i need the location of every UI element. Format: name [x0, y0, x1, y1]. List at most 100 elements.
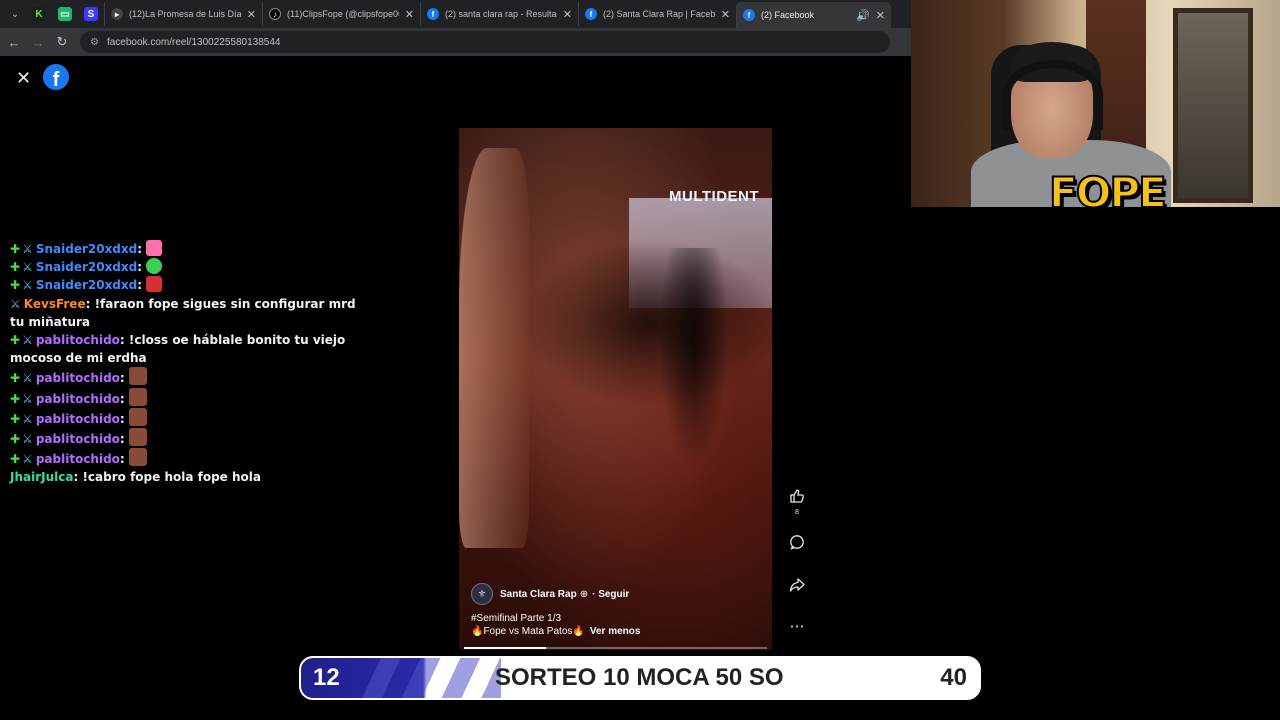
- tab-close-icon[interactable]: ✕: [563, 8, 572, 21]
- chat-message: ✚ ⚔ Snaider20xdxd:: [10, 240, 370, 258]
- video-progress-fill: [464, 647, 546, 649]
- chat-separator: :: [119, 333, 129, 348]
- tab-close-icon[interactable]: ✕: [876, 9, 885, 22]
- fope-logo: FOPE: [1048, 168, 1168, 208]
- chat-message: ✚ ⚔ pablitochido:: [10, 407, 370, 428]
- like-button[interactable]: 8: [784, 488, 810, 516]
- chat-username: pablitochido: [35, 371, 120, 386]
- video-store-sign: MULTIDENT: [669, 188, 760, 205]
- sub-badge-icon: ✚: [10, 391, 21, 406]
- see-less-link[interactable]: Ver menos: [590, 626, 641, 637]
- sword-badge-icon: ⚔: [22, 452, 33, 467]
- tab-close-icon[interactable]: ✕: [247, 8, 256, 21]
- sub-badge-icon: ✚: [10, 452, 21, 467]
- facebook-logo-icon[interactable]: f: [43, 64, 69, 90]
- like-count: 8: [795, 509, 799, 516]
- chat-separator: :: [119, 452, 129, 467]
- sword-badge-icon: ⚔: [22, 371, 33, 386]
- back-arrow-icon[interactable]: ←: [2, 35, 26, 50]
- chat-separator: :: [119, 411, 129, 426]
- chat-username: pablitochido: [35, 391, 120, 406]
- reel-caption: 🔥Fope vs Mata Patos🔥 Ver menos: [471, 626, 640, 637]
- video-progress-bar[interactable]: [464, 647, 767, 649]
- banner-right-number: 40: [940, 664, 967, 691]
- chat-emote-icon: [128, 428, 147, 447]
- sub-badge-icon: ✚: [10, 371, 21, 386]
- webcam-headset: [1003, 60, 1103, 130]
- chat-message: ✚ ⚔ pablitochido:: [10, 367, 370, 387]
- follow-button[interactable]: · Seguir: [592, 589, 629, 600]
- tab-search-icon[interactable]: ⌄: [4, 4, 26, 24]
- tab-title: (2) santa clara rap - Resultados: [445, 9, 557, 19]
- tab-1[interactable]: ▸ (12)La Promesa de Luis Díaz: Ur ✕: [104, 2, 262, 26]
- chat-separator: :: [137, 278, 147, 293]
- sub-badge-icon: ✚: [10, 242, 21, 256]
- sub-badge-icon: ✚: [10, 411, 21, 426]
- tab-title: (11)ClipsFope (@clipsfope06) |: [287, 9, 399, 19]
- video-dancer: [659, 248, 729, 468]
- pinned-tab-kick[interactable]: K: [26, 4, 52, 24]
- chat-emote-icon: [128, 387, 147, 406]
- tab-3[interactable]: f (2) santa clara rap - Resultados ✕: [420, 2, 578, 26]
- tab-2[interactable]: ♪ (11)ClipsFope (@clipsfope06) | ✕: [262, 2, 420, 26]
- reel-video[interactable]: MULTIDENT: [459, 128, 772, 650]
- app-icon: ▭: [58, 7, 72, 21]
- chat-username: pablitochido: [35, 411, 120, 426]
- author-avatar[interactable]: ⚜: [471, 583, 493, 605]
- tab-close-icon[interactable]: ✕: [721, 8, 730, 21]
- url-input[interactable]: ⚙ facebook.com/reel/1300225580138544: [80, 31, 890, 53]
- url-text: facebook.com/reel/1300225580138544: [106, 36, 281, 48]
- pinned-tab-green[interactable]: ▭: [52, 4, 78, 24]
- thumbs-up-icon: [789, 488, 805, 507]
- chat-username: Snaider20xdxd: [35, 260, 138, 275]
- chat-emote-icon: [128, 407, 147, 426]
- chat-line-cutoff: [10, 232, 370, 240]
- more-dots-icon: ⋯: [789, 618, 805, 635]
- chat-message: ✚ ⚔ pablitochido:: [10, 387, 370, 408]
- sword-badge-icon: ⚔: [22, 432, 33, 447]
- forward-arrow-icon[interactable]: →: [26, 35, 50, 50]
- chat-separator: :: [137, 242, 147, 256]
- sword-badge-icon: ⚔: [22, 242, 33, 256]
- chat-username: pablitochido: [35, 333, 120, 348]
- address-bar-row: ← → ↻ ⚙ facebook.com/reel/13002255801385…: [0, 28, 911, 56]
- comment-button[interactable]: [784, 534, 810, 553]
- close-icon[interactable]: ✕: [16, 68, 31, 89]
- chat-emote-icon: [146, 276, 163, 293]
- tiktok-icon: ♪: [269, 8, 281, 20]
- tab-4[interactable]: f (2) Santa Clara Rap | Facebook ✕: [578, 2, 736, 26]
- share-icon: [789, 577, 805, 596]
- sword-badge-icon: ⚔: [22, 391, 33, 406]
- more-options-button[interactable]: ⋯: [784, 619, 810, 634]
- reel-caption-text: 🔥Fope vs Mata Patos🔥: [471, 626, 585, 637]
- reel-caption-hashtag[interactable]: #Semifinal Parte 1/3: [471, 613, 561, 624]
- banner-stripes: [361, 658, 501, 698]
- tab-audio-icon[interactable]: 🔊: [856, 9, 870, 22]
- video-crowd: [519, 238, 772, 408]
- webcam-mirror: [1173, 8, 1253, 203]
- reel-author[interactable]: ⚜ Santa Clara Rap ⊕ · Seguir: [471, 583, 629, 605]
- chat-text: !cabro fope hola fope hola: [82, 470, 261, 485]
- reload-icon[interactable]: ↻: [50, 34, 74, 50]
- tab-title: (2) Facebook: [761, 10, 815, 20]
- sword-badge-icon: ⚔: [10, 296, 21, 311]
- giveaway-banner: 12 SORTEO 10 MOCA 50 SO 40: [299, 656, 981, 700]
- chat-emote-icon: [128, 448, 147, 467]
- share-button[interactable]: [784, 577, 810, 596]
- chat-message: ✚ ⚔ pablitochido:: [10, 448, 370, 468]
- streamer-webcam: FOPE: [911, 0, 1280, 207]
- author-name[interactable]: Santa Clara Rap: [500, 589, 577, 600]
- chat-separator: :: [85, 296, 95, 311]
- chat-message: ✚ ⚔ Snaider20xdxd:: [10, 258, 370, 276]
- sub-badge-icon: ✚: [10, 260, 21, 275]
- sub-badge-icon: ✚: [10, 278, 21, 293]
- site-info-icon[interactable]: ⚙: [90, 37, 99, 48]
- chat-message: JhairJulca: !cabro fope hola fope hola: [10, 468, 370, 486]
- video-person: [459, 148, 529, 548]
- chat-emote-icon: [128, 367, 147, 386]
- chat-username: Snaider20xdxd: [35, 278, 138, 293]
- chat-emote-icon: [146, 258, 163, 275]
- tab-close-icon[interactable]: ✕: [405, 8, 414, 21]
- tab-5-active[interactable]: f (2) Facebook 🔊 ✕: [736, 2, 891, 28]
- pinned-tab-streamelements[interactable]: S: [78, 4, 104, 24]
